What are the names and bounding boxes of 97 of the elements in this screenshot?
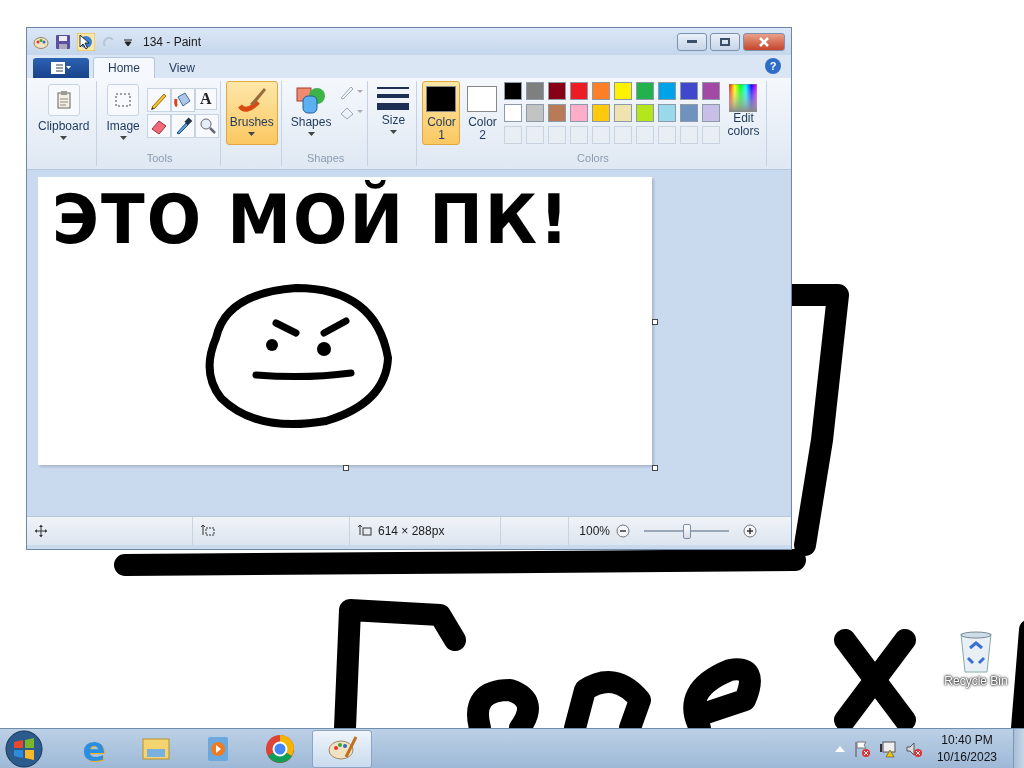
close-icon (759, 36, 769, 47)
clipboard-icon (56, 91, 71, 109)
group-label: Tools (146, 152, 173, 166)
resize-handle[interactable] (652, 319, 658, 325)
fill-bucket-icon[interactable] (170, 88, 195, 112)
minimize-button[interactable] (677, 32, 707, 51)
palette-swatch[interactable] (636, 82, 655, 100)
eraser-icon[interactable] (146, 114, 171, 138)
group-label: Shapes (306, 152, 345, 166)
palette-swatch[interactable] (658, 104, 677, 122)
resize-handle[interactable] (652, 465, 658, 471)
file-menu-button[interactable] (33, 58, 89, 78)
empty-swatch[interactable] (526, 126, 545, 144)
palette-swatch[interactable] (548, 104, 567, 122)
ribbon-tab[interactable]: View (155, 58, 209, 78)
resize-handle[interactable] (343, 465, 349, 471)
zoom-percent: 100% (579, 524, 610, 538)
empty-swatch[interactable] (636, 126, 655, 144)
outline-icon[interactable] (338, 84, 365, 100)
color-spectrum-icon (729, 84, 758, 112)
ribbon-tab[interactable]: Home (93, 57, 155, 78)
image-button[interactable]: Image (102, 81, 144, 145)
palette-swatch[interactable] (680, 104, 699, 122)
size-button[interactable]: Size (373, 81, 414, 145)
zoom-slider-thumb[interactable] (682, 523, 691, 539)
taskbar-clock[interactable]: 10:40 PM 10/16/2023 (936, 731, 997, 766)
close-button[interactable] (743, 32, 785, 51)
palette-swatch[interactable] (614, 104, 633, 122)
browser-e-icon: e (82, 731, 106, 766)
color-slot-button[interactable]: Color 2 (463, 81, 502, 145)
network-warning-icon[interactable] (878, 739, 897, 758)
palette-swatch[interactable] (658, 82, 677, 100)
palette-swatch[interactable] (548, 82, 567, 100)
palette-swatch[interactable] (614, 82, 633, 100)
text-tool-button[interactable]: A (194, 88, 217, 110)
palette-swatch[interactable] (526, 82, 545, 100)
recycle-bin-icon[interactable] (958, 630, 994, 674)
help-button[interactable]: ? (765, 58, 781, 74)
image-size-text: 614 × 288px (378, 524, 445, 538)
magnifier-icon[interactable] (194, 114, 219, 138)
clock-time: 10:40 PM (941, 731, 993, 749)
window-title: 134 - Paint (143, 34, 202, 49)
canvas-size-icon (358, 525, 372, 537)
palette-swatch[interactable] (702, 82, 721, 100)
palette-swatch[interactable] (526, 104, 545, 122)
customize-toolbar-icon[interactable] (123, 36, 133, 47)
palette-swatch[interactable] (702, 104, 721, 122)
flag-error-icon[interactable] (852, 739, 871, 758)
shapes-button[interactable]: Shapes (286, 81, 336, 145)
palette-swatch[interactable] (504, 82, 523, 100)
save-icon[interactable] (55, 33, 71, 50)
palette-swatch[interactable] (504, 104, 523, 122)
restore-icon (720, 37, 730, 46)
empty-swatch[interactable] (614, 126, 633, 144)
palette-swatch[interactable] (680, 82, 699, 100)
empty-swatch[interactable] (548, 126, 567, 144)
chrome-icon (264, 732, 296, 765)
caret-icon (248, 132, 256, 136)
palette-swatch[interactable] (592, 104, 611, 122)
clipboard-button[interactable]: Clipboard (34, 81, 94, 145)
caret-icon (119, 136, 127, 140)
edit-colors-button[interactable]: Edit colors (723, 81, 764, 145)
handwritten-text: ЭТО МОЙ ПК! (52, 181, 571, 259)
empty-swatch[interactable] (680, 126, 699, 144)
pencil-icon[interactable] (146, 88, 171, 112)
empty-swatch[interactable] (504, 126, 523, 144)
clock-date: 10/16/2023 (936, 748, 997, 766)
palette-swatch[interactable] (592, 82, 611, 100)
zoom-out-icon[interactable] (616, 524, 630, 538)
brushes-button[interactable]: Brushes (225, 81, 278, 145)
palette-swatch[interactable] (636, 104, 655, 122)
caret-icon (307, 132, 315, 136)
empty-swatch[interactable] (570, 126, 589, 144)
menu-icon (51, 62, 71, 74)
selection-size-icon (201, 525, 215, 537)
empty-swatch[interactable] (702, 126, 721, 144)
empty-swatch[interactable] (658, 126, 677, 144)
empty-swatch[interactable] (592, 126, 611, 144)
start-button[interactable] (4, 728, 44, 768)
color-slot-button[interactable]: Color 1 (422, 81, 461, 145)
minimize-icon (687, 39, 697, 44)
show-desktop-button[interactable] (1013, 728, 1024, 768)
cursor-position-icon (35, 525, 47, 537)
caret-icon (60, 136, 68, 140)
palette-swatch[interactable] (570, 82, 589, 100)
shapes-icon (295, 84, 328, 116)
maximize-button[interactable] (710, 32, 740, 51)
caret-icon (389, 130, 397, 134)
desktop-icon-label[interactable]: Recycle Bin (944, 674, 1008, 688)
show-hidden-icons-icon[interactable] (834, 745, 845, 752)
zoom-in-icon[interactable] (743, 524, 757, 538)
selection-icon (115, 93, 132, 107)
palette-swatch[interactable] (570, 104, 589, 122)
color-picker-icon[interactable] (170, 114, 195, 138)
drawing-canvas[interactable]: ЭТО МОЙ ПК! (38, 177, 652, 465)
taskbar-button[interactable] (312, 729, 372, 768)
group-label: Colors (577, 152, 609, 166)
